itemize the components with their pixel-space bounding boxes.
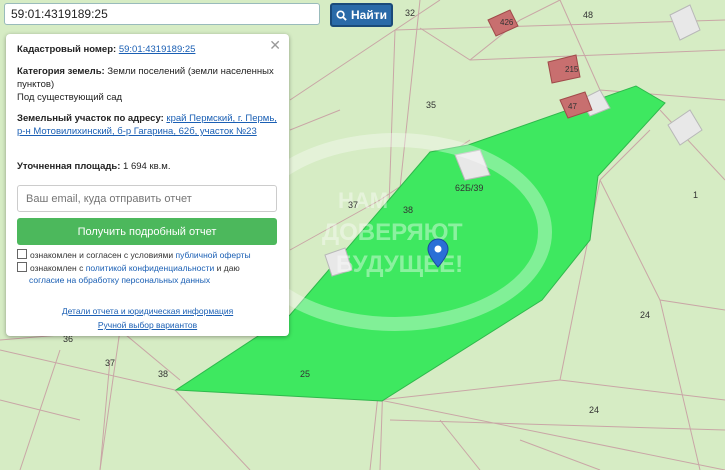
parcel-info-popup: ✕ Кадастровый номер: 59:01:4319189:25 Ка… bbox=[6, 34, 289, 336]
privacy-consent-mid: и даю bbox=[216, 263, 240, 273]
category-label: Категория земель: bbox=[17, 66, 105, 77]
area-value: 1 694 кв.м. bbox=[123, 161, 171, 172]
map-label: 24 bbox=[589, 405, 600, 415]
privacy-consent: ознакомлен с политикой конфиденциальност… bbox=[17, 262, 279, 286]
offer-link[interactable]: публичной оферты bbox=[176, 250, 251, 260]
svg-text:НАМ: НАМ bbox=[338, 188, 388, 213]
get-report-button[interactable]: Получить подробный отчет bbox=[17, 218, 277, 245]
map-label: 47 bbox=[568, 102, 577, 111]
map-label: 37 bbox=[105, 358, 116, 368]
map-label: 38 bbox=[403, 205, 414, 215]
email-field[interactable] bbox=[17, 185, 277, 212]
area-row: Уточненная площадь: 1 694 кв.м. bbox=[17, 160, 279, 173]
search-input[interactable] bbox=[4, 3, 320, 25]
map-label: 25 bbox=[300, 369, 311, 379]
address-row: Земельный участок по адресу: край Пермск… bbox=[17, 112, 279, 138]
offer-checkbox[interactable] bbox=[17, 249, 27, 259]
map-label: 37 bbox=[348, 200, 359, 210]
map-label: 215 bbox=[565, 65, 579, 74]
map-label: 1 bbox=[693, 190, 699, 200]
map-label: 24 bbox=[640, 310, 651, 320]
map-label: 62Б/39 bbox=[455, 183, 484, 193]
map-label: 35 bbox=[426, 100, 437, 110]
land-category-row: Категория земель: Земли поселений (земли… bbox=[17, 65, 279, 104]
usage-value: Под существующий сад bbox=[17, 92, 123, 103]
search-icon bbox=[336, 9, 347, 21]
search-button[interactable]: Найти bbox=[330, 3, 393, 27]
map-label: 426 bbox=[500, 18, 514, 27]
offer-consent-text: ознакомлен и согласен с условиями bbox=[30, 250, 174, 260]
privacy-policy-link[interactable]: политикой конфиденциальности bbox=[86, 263, 215, 273]
manual-selection-link[interactable]: Ручной выбор вариантов bbox=[98, 320, 197, 330]
map-label: 48 bbox=[583, 10, 594, 20]
cadastral-label: Кадастровый номер: bbox=[17, 44, 117, 55]
report-details-link[interactable]: Детали отчета и юридическая информация bbox=[62, 306, 233, 316]
search-button-label: Найти bbox=[351, 8, 387, 22]
cadastral-number-link[interactable]: 59:01:4319189:25 bbox=[119, 44, 196, 55]
address-label: Земельный участок по адресу: bbox=[17, 113, 164, 124]
map-label: 38 bbox=[158, 369, 169, 379]
personal-data-link[interactable]: согласие на обработку персональных данны… bbox=[29, 275, 210, 285]
map-label: 32 bbox=[405, 8, 416, 18]
area-label: Уточненная площадь: bbox=[17, 161, 121, 172]
cadastral-number-row: Кадастровый номер: 59:01:4319189:25 bbox=[17, 43, 279, 56]
offer-consent: ознакомлен и согласен с условиями публич… bbox=[17, 249, 279, 261]
privacy-checkbox[interactable] bbox=[17, 262, 27, 272]
privacy-consent-text: ознакомлен с bbox=[30, 263, 84, 273]
